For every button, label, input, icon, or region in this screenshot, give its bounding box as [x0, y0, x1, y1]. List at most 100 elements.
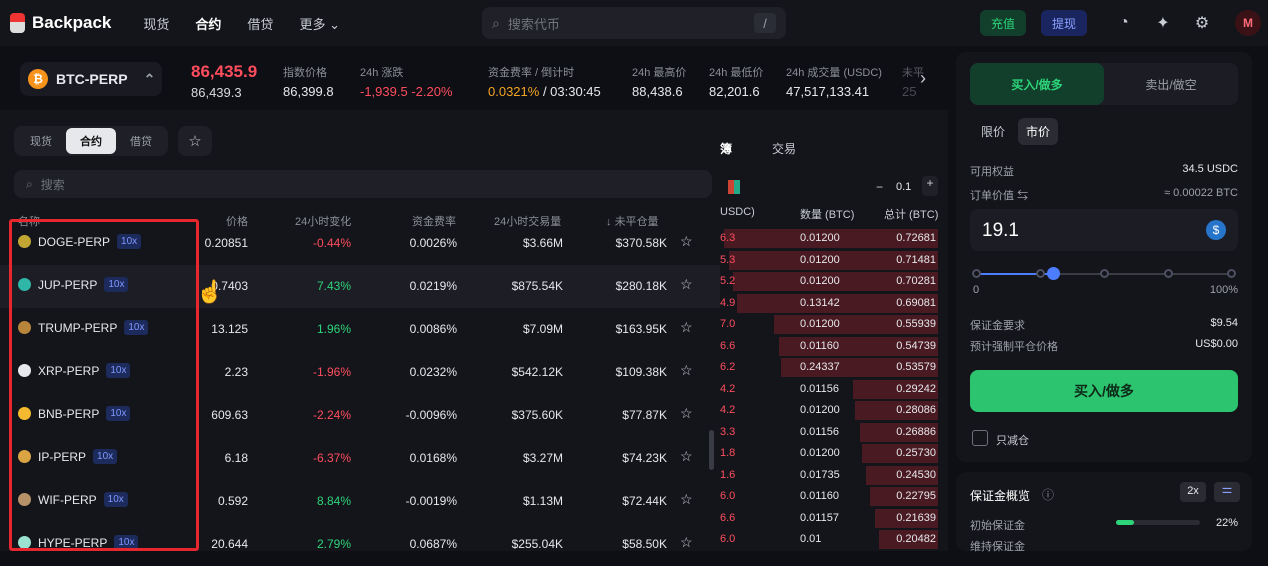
nav-lending[interactable]: 借贷: [247, 14, 273, 33]
favorite-star-icon[interactable]: ☆: [680, 276, 693, 293]
tab-trades[interactable]: 交易: [772, 140, 796, 157]
settings-sliders-icon[interactable]: ⚌: [1214, 482, 1240, 502]
leverage-badge: 10x: [106, 406, 131, 421]
stat-value: 0.0321% / 03:30:45: [488, 84, 601, 99]
market-volume: $375.60K: [511, 408, 563, 422]
market-change: -1.96%: [312, 365, 351, 379]
market-row[interactable]: DOGE-PERP 10x 0.20851 -0.44% 0.0026% $3.…: [0, 222, 720, 265]
ask-qty: 0.01157: [800, 511, 839, 524]
favorites-star-icon[interactable]: ☆: [178, 126, 212, 156]
ask-price: 4.9: [720, 296, 736, 309]
sell-short-tab[interactable]: 卖出/做空: [1104, 63, 1238, 105]
portfolio-chart-icon[interactable]: ◔: [1114, 13, 1134, 33]
tab-spot[interactable]: 现货: [16, 128, 66, 154]
market-row[interactable]: HYPE-PERP 10x 20.644 2.79% 0.0687% $255.…: [0, 523, 720, 566]
withdraw-button[interactable]: 提现: [1041, 10, 1087, 36]
stat-value-main: 86,399.8: [283, 84, 334, 99]
market-row[interactable]: JUP-PERP 10x 0.7403 7.43% 0.0219% $875.5…: [0, 265, 720, 308]
order-value-label[interactable]: 订单价值 ⇆: [970, 187, 1028, 203]
sparkle-icon[interactable]: ✦: [1153, 13, 1173, 33]
ask-row[interactable]: 7.0 0.01200 0.55939: [720, 314, 948, 335]
leverage-badge[interactable]: 2x: [1180, 482, 1206, 502]
ask-row[interactable]: 1.6 0.01735 0.24530: [720, 465, 948, 486]
ask-row[interactable]: 6.0 0.01 0.20482: [720, 529, 948, 550]
tab-book[interactable]: 簿: [720, 140, 732, 157]
buy-long-tab[interactable]: 买入/做多: [970, 63, 1104, 105]
slider-handle[interactable]: [1047, 267, 1061, 280]
market-row[interactable]: IP-PERP 10x 6.18 -6.37% 0.0168% $3.27M $…: [0, 437, 720, 480]
market-selector[interactable]: ₿ BTC-PERP ⌃: [20, 62, 162, 96]
favorite-star-icon[interactable]: ☆: [680, 448, 693, 465]
app-name: Backpack: [32, 13, 112, 32]
app-logo[interactable]: Backpack: [10, 13, 111, 33]
slider-mark[interactable]: [972, 269, 981, 278]
market-price: 609.63: [211, 408, 248, 422]
available-value: 34.5 USDC: [1182, 163, 1238, 175]
tick-size[interactable]: 0.1: [896, 181, 911, 193]
market-price: 13.125: [211, 322, 248, 336]
slider-mark[interactable]: [1227, 269, 1236, 278]
reduce-only-checkbox[interactable]: [972, 430, 988, 446]
market-price: 0.592: [217, 494, 248, 508]
favorite-star-icon[interactable]: ☆: [680, 319, 693, 336]
nav-more[interactable]: 更多 ⌄: [299, 14, 340, 33]
gear-icon[interactable]: ⚙: [1192, 13, 1212, 33]
info-icon[interactable]: ⓘ: [1042, 486, 1054, 503]
market-search-input[interactable]: ⌕ 搜索: [14, 170, 712, 198]
stat-value-main: 88,438.6: [632, 84, 683, 99]
favorite-star-icon[interactable]: ☆: [680, 491, 693, 508]
favorite-star-icon[interactable]: ☆: [680, 362, 693, 379]
initial-margin-label: 初始保证金: [970, 520, 1025, 532]
slider-mark[interactable]: [1100, 269, 1109, 278]
favorite-star-icon[interactable]: ☆: [680, 405, 693, 422]
ask-price: 3.3: [720, 425, 736, 438]
ask-total: 0.24530: [896, 468, 936, 481]
ask-row[interactable]: 6.6 0.01160 0.54739: [720, 336, 948, 357]
market-row[interactable]: BNB-PERP 10x 609.63 -2.24% -0.0096% $375…: [0, 394, 720, 437]
plus-icon[interactable]: +: [922, 176, 938, 196]
ask-row[interactable]: 3.3 0.01156 0.26886: [720, 422, 948, 443]
ask-row[interactable]: 1.8 0.01200 0.25730: [720, 443, 948, 464]
amount-slider[interactable]: [972, 267, 1236, 280]
swap-icon: ⇆: [1017, 190, 1029, 202]
ask-row[interactable]: 4.9 0.13142 0.69081: [720, 293, 948, 314]
buy-long-button[interactable]: 买入/做多: [970, 370, 1238, 412]
ticker-stat: 24h 成交量 (USDC) 47,517,133.41: [786, 64, 882, 99]
market-row[interactable]: XRP-PERP 10x 2.23 -1.96% 0.0232% $542.12…: [0, 351, 720, 394]
ask-row[interactable]: 6.0 0.01160 0.22795: [720, 486, 948, 507]
ask-row[interactable]: 5.3 0.01200 0.71481: [720, 250, 948, 271]
amount-input[interactable]: 19.1 $: [970, 209, 1238, 251]
order-type-market[interactable]: 市价: [1018, 118, 1059, 145]
tab-lending[interactable]: 借贷: [116, 128, 166, 154]
chevron-right-icon[interactable]: ›: [920, 68, 926, 89]
slider-mark[interactable]: [1164, 269, 1173, 278]
market-row[interactable]: WIF-PERP 10x 0.592 8.84% -0.0019% $1.13M…: [0, 480, 720, 523]
ask-row[interactable]: 4.2 0.01200 0.28086: [720, 400, 948, 421]
ask-row[interactable]: 6.6 0.01157 0.21639: [720, 508, 948, 529]
stat-value: 82,201.6: [709, 84, 763, 99]
ask-row[interactable]: 6.3 0.01200 0.72681: [720, 228, 948, 249]
market-row[interactable]: TRUMP-PERP 10x 13.125 1.96% 0.0086% $7.0…: [0, 308, 720, 351]
usdc-icon[interactable]: $: [1206, 220, 1226, 240]
nav-spot[interactable]: 现货: [143, 14, 169, 33]
tab-futures[interactable]: 合约: [66, 128, 116, 154]
favorite-star-icon[interactable]: ☆: [680, 233, 693, 250]
book-view-icon[interactable]: [728, 180, 740, 194]
global-search[interactable]: ⌕ 搜索代币 /: [482, 7, 786, 39]
avatar[interactable]: M: [1235, 10, 1261, 36]
margin-title: 保证金概览: [970, 489, 1031, 503]
stat-value: 86,399.8: [283, 84, 334, 99]
ask-row[interactable]: 4.2 0.01156 0.29242: [720, 379, 948, 400]
market-funding: 0.0687%: [409, 537, 457, 551]
coin-icon: [18, 450, 31, 463]
ask-row[interactable]: 5.2 0.01200 0.70281: [720, 271, 948, 292]
nav-futures[interactable]: 合约: [195, 14, 221, 33]
minus-icon[interactable]: −: [876, 180, 883, 194]
favorite-star-icon[interactable]: ☆: [680, 534, 693, 551]
order-type-limit[interactable]: 限价: [981, 123, 1005, 140]
slider-mark[interactable]: [1036, 269, 1045, 278]
ask-qty: 0.01160: [800, 490, 839, 502]
deposit-button[interactable]: 充值: [980, 10, 1026, 36]
ask-row[interactable]: 6.2 0.24337 0.53579: [720, 357, 948, 378]
market-scrollbar[interactable]: [709, 430, 714, 470]
